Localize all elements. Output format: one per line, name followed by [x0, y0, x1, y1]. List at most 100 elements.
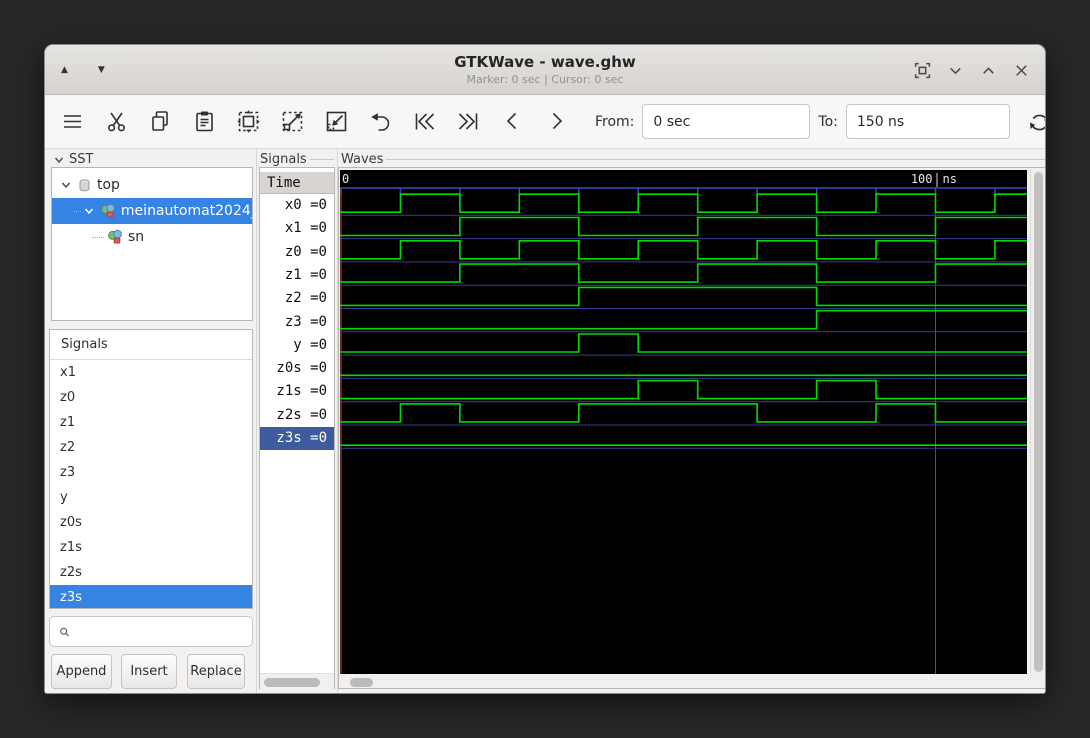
- tree-item-label: sn: [128, 229, 145, 245]
- signal-list-header: Signals: [50, 330, 252, 360]
- signal-list: x1 z0 z1 z2 z3 y z0s z1s z2s z3s: [50, 360, 252, 608]
- wave-name-row[interactable]: x1 =0: [260, 217, 334, 240]
- chevron-left-icon: [506, 112, 516, 130]
- signal-list-item[interactable]: z0s: [50, 510, 252, 535]
- chevron-down-icon: [53, 154, 65, 166]
- wave-name-row[interactable]: z2 =0: [260, 287, 334, 310]
- tree-item-top[interactable]: top: [52, 172, 252, 198]
- marker-cursor-status: Marker: 0 sec | Cursor: 0 sec: [466, 73, 624, 86]
- signal-list-item[interactable]: z0: [50, 385, 252, 410]
- wave-trace-z2: [340, 286, 1027, 307]
- waves-panel: 0 100 ns: [338, 167, 1045, 689]
- signal-list-item[interactable]: z3: [50, 460, 252, 485]
- expander-chevron-icon[interactable]: [83, 205, 95, 217]
- expander-chevron-icon[interactable]: [60, 179, 72, 191]
- signal-list-item[interactable]: y: [50, 485, 252, 510]
- close-button[interactable]: [1012, 61, 1031, 80]
- insert-button[interactable]: Insert: [121, 654, 177, 689]
- chevron-up-icon: [983, 66, 994, 74]
- from-label: From:: [595, 113, 635, 130]
- scrollbar-thumb[interactable]: [1034, 172, 1043, 672]
- main-content: SST top meinautomat2024 sn Signals x1 z0…: [45, 149, 1045, 693]
- copy-icon: [151, 111, 168, 131]
- reload-button[interactable]: [1026, 107, 1045, 137]
- tree-item-sn[interactable]: sn: [52, 224, 252, 250]
- hamburger-menu-icon: [63, 115, 81, 128]
- search-input[interactable]: [76, 624, 252, 639]
- wave-name-row[interactable]: z1 =0: [260, 264, 334, 287]
- sst-label: SST: [69, 152, 94, 167]
- waveform-svg: 0 100 ns: [340, 172, 1027, 674]
- module-icon: [100, 203, 116, 219]
- zoom-in-icon: [282, 111, 302, 132]
- wave-trace-z2s: [340, 403, 1027, 423]
- wave-names-frame-label: Signals: [260, 152, 307, 167]
- tree-item-meinautomat[interactable]: meinautomat2024_01_0: [52, 198, 252, 224]
- signal-list-item[interactable]: z2s: [50, 560, 252, 585]
- wave-names-hscrollbar[interactable]: [260, 673, 334, 690]
- timeline-label: 0: [342, 172, 349, 186]
- module-icon: [107, 229, 123, 245]
- wave-trace-x0: [340, 193, 1027, 213]
- timeline-label: ns: [943, 172, 957, 186]
- paste-button[interactable]: [191, 107, 217, 137]
- go-first-button[interactable]: [411, 107, 437, 137]
- waves-vscrollbar[interactable]: [1030, 170, 1045, 674]
- paste-icon: [195, 111, 213, 132]
- wave-name-row[interactable]: z2s =0: [260, 404, 334, 427]
- waves-hscrollbar[interactable]: [340, 676, 1027, 689]
- signal-list-item[interactable]: x1: [50, 360, 252, 385]
- undo-icon: [370, 113, 389, 131]
- wave-trace-x1: [340, 216, 1027, 237]
- reload-icon: [1029, 114, 1045, 130]
- wave-name-row[interactable]: z0s =0: [260, 357, 334, 380]
- go-next-button[interactable]: [543, 107, 569, 137]
- wave-name-row[interactable]: z1s =0: [260, 380, 334, 403]
- copy-button[interactable]: [147, 107, 173, 137]
- waves-frame-label: Waves: [341, 152, 384, 167]
- signal-browser: Signals x1 z0 z1 z2 z3 y z0s z1s z2s z3s: [49, 329, 253, 609]
- pane-separator-left[interactable]: [256, 149, 257, 693]
- go-previous-button[interactable]: [499, 107, 525, 137]
- from-time-input[interactable]: [642, 104, 811, 139]
- maximize-button[interactable]: [979, 61, 998, 80]
- wave-name-row[interactable]: z3 =0: [260, 311, 334, 334]
- zoom-fit-button[interactable]: [235, 107, 261, 137]
- zoom-fit-icon: [236, 110, 260, 133]
- menu-button[interactable]: [59, 107, 85, 137]
- replace-button[interactable]: Replace: [187, 654, 245, 689]
- fit-to-window-button[interactable]: [913, 61, 932, 80]
- signal-list-item[interactable]: z2: [50, 435, 252, 460]
- scrollbar-thumb[interactable]: [350, 678, 373, 687]
- chevron-down-icon: [950, 67, 961, 74]
- wave-trace-z0: [340, 240, 1027, 260]
- tree-item-label: top: [97, 177, 120, 193]
- zoom-in-button[interactable]: [279, 107, 305, 137]
- signal-list-item[interactable]: z1s: [50, 535, 252, 560]
- search-icon: [60, 627, 69, 636]
- zoom-out-button[interactable]: [323, 107, 349, 137]
- cut-button[interactable]: [103, 107, 129, 137]
- signal-list-item[interactable]: z3s: [50, 585, 252, 608]
- window-title: GTKWave - wave.ghw: [454, 53, 636, 71]
- scrollbar-thumb[interactable]: [264, 678, 320, 687]
- design-root-icon: [77, 178, 92, 193]
- signal-list-item[interactable]: z1: [50, 410, 252, 435]
- sst-expander[interactable]: SST: [53, 152, 173, 167]
- wave-name-row[interactable]: x0 =0: [260, 194, 334, 217]
- time-header: Time: [260, 172, 334, 194]
- to-time-input[interactable]: [845, 104, 1010, 139]
- waveform-canvas[interactable]: 0 100 ns: [340, 170, 1027, 674]
- skip-to-end-icon: [458, 113, 477, 130]
- timeline-label: 100: [911, 172, 933, 186]
- append-button[interactable]: Append: [51, 654, 112, 689]
- go-last-button[interactable]: [455, 107, 481, 137]
- wave-name-row[interactable]: z3s =0: [260, 427, 334, 451]
- signal-search[interactable]: [49, 616, 253, 647]
- minimize-button[interactable]: [946, 61, 965, 80]
- wave-name-row[interactable]: z0 =0: [260, 241, 334, 264]
- undo-button[interactable]: [367, 107, 393, 137]
- wave-name-row[interactable]: y =0: [260, 334, 334, 357]
- close-icon: [1016, 64, 1027, 76]
- wave-trace-z1: [340, 263, 1027, 283]
